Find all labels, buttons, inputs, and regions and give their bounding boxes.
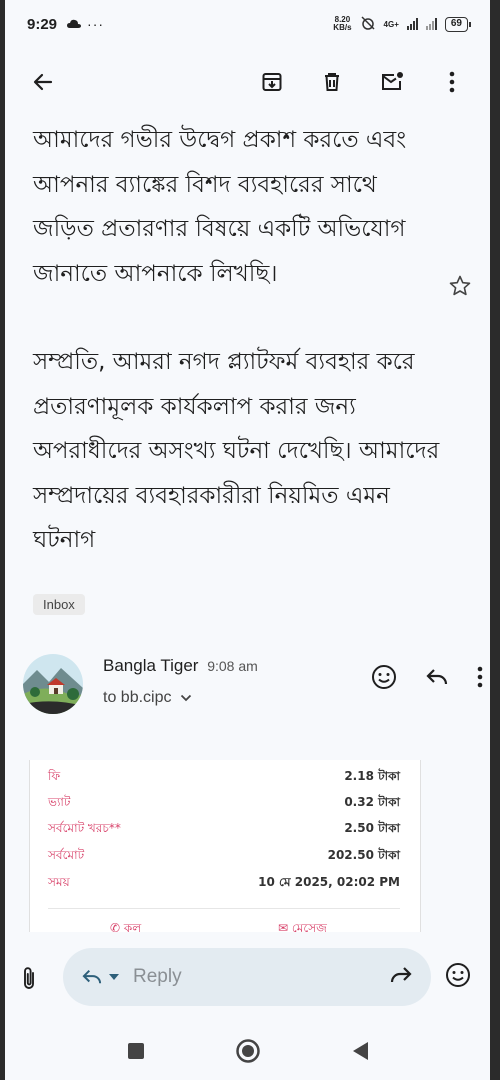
- network-speed-unit: KB/s: [333, 23, 352, 32]
- more-vert-icon[interactable]: [434, 64, 470, 100]
- sender-header: Bangla Tiger 9:08 am to bb.cipc: [23, 652, 483, 716]
- reply-bar: Reply: [5, 932, 490, 1022]
- emoji-icon[interactable]: [445, 962, 471, 993]
- sent-time: 9:08 am: [207, 658, 258, 674]
- archive-icon[interactable]: [254, 64, 290, 100]
- email-paragraph: সম্প্রতি, আমরা নগদ প্ল্যাটফর্ম ব্যবহার ক…: [33, 349, 440, 553]
- sender-actions: [371, 664, 483, 695]
- reply-icon[interactable]: [425, 667, 449, 692]
- email-toolbar: [5, 54, 490, 110]
- battery-icon: 69: [444, 16, 472, 32]
- avatar[interactable]: [23, 654, 83, 714]
- signal-icon-sim2: [425, 18, 437, 30]
- star-icon[interactable]: [448, 274, 472, 303]
- receipt-value: 2.50 টাকা: [344, 821, 400, 835]
- reply-placeholder: Reply: [133, 966, 182, 987]
- receipt-row: ভ্যাট 0.32 টাকা: [48, 794, 400, 814]
- delete-icon[interactable]: [314, 64, 350, 100]
- forward-icon[interactable]: [389, 965, 413, 990]
- receipt-row: সর্বমোট 202.50 টাকা: [48, 847, 400, 867]
- cloud-icon: [67, 17, 82, 32]
- receipt-divider: [48, 908, 400, 909]
- receipt-image: ফি 2.18 টাকা ভ্যাট 0.32 টাকা সর্বমোট খরচ…: [29, 760, 421, 935]
- signal-icon: [406, 18, 418, 30]
- receipt-row: ফি 2.18 টাকা: [48, 768, 400, 788]
- status-indicators: 8.20 KB/s 4G+ 69: [333, 15, 472, 33]
- sender-name: Bangla Tiger: [103, 656, 199, 675]
- receipt-key: ভ্যাট: [48, 795, 71, 809]
- phone-screen: 9:29 ··· 8.20 KB/s 4G+ 69 আমাদের গভীর উদ…: [5, 0, 490, 1080]
- email-body: আমাদের গভীর উদ্বেগ প্রকাশ করতে এবং আপনার…: [33, 118, 443, 607]
- receipt-key: ফি: [48, 769, 61, 783]
- attachment-icon[interactable]: [21, 966, 37, 997]
- more-vert-icon[interactable]: [477, 666, 483, 693]
- reply-input[interactable]: Reply: [63, 948, 431, 1006]
- recents-icon[interactable]: [120, 1035, 152, 1067]
- back-icon[interactable]: [344, 1035, 376, 1067]
- system-nav-bar: [5, 1022, 490, 1080]
- receipt-value: 10 মে 2025, 02:02 PM: [258, 875, 400, 889]
- receipt-row: সময় 10 মে 2025, 02:02 PM: [48, 874, 400, 894]
- email-paragraph: আমাদের গভীর উদ্বেগ প্রকাশ করতে এবং আপনার…: [33, 127, 407, 287]
- receipt-value: 202.50 টাকা: [327, 848, 400, 862]
- chevron-down-icon: [180, 689, 192, 706]
- recipient-text: to bb.cipc: [103, 689, 172, 706]
- more-notifications-icon: ···: [87, 16, 105, 32]
- dropdown-arrow-icon: [109, 974, 119, 980]
- status-bar: 9:29 ··· 8.20 KB/s 4G+ 69: [5, 0, 490, 48]
- recipient-details[interactable]: to bb.cipc: [103, 689, 192, 707]
- receipt-key: সময়: [48, 875, 70, 889]
- mark-unread-icon[interactable]: [374, 64, 410, 100]
- receipt-value: 2.18 টাকা: [344, 769, 400, 783]
- inbox-label-chip[interactable]: Inbox: [33, 594, 85, 615]
- network-speed: 8.20 KB/s: [333, 16, 351, 32]
- back-arrow-icon[interactable]: [25, 64, 61, 100]
- reply-mode-icon[interactable]: [81, 968, 119, 986]
- status-time: 9:29: [27, 15, 58, 33]
- receipt-key: সর্বমোট: [48, 848, 85, 862]
- receipt-row: সর্বমোট খরচ** 2.50 টাকা: [48, 820, 400, 840]
- network-type: 4G+: [383, 19, 399, 29]
- sender-name-line: Bangla Tiger 9:08 am: [103, 656, 258, 676]
- alarm-off-icon: [360, 15, 376, 33]
- home-icon[interactable]: [232, 1035, 264, 1067]
- receipt-key: সর্বমোট খরচ**: [48, 821, 121, 835]
- emoji-reaction-icon[interactable]: [371, 664, 397, 695]
- receipt-value: 0.32 টাকা: [344, 795, 400, 809]
